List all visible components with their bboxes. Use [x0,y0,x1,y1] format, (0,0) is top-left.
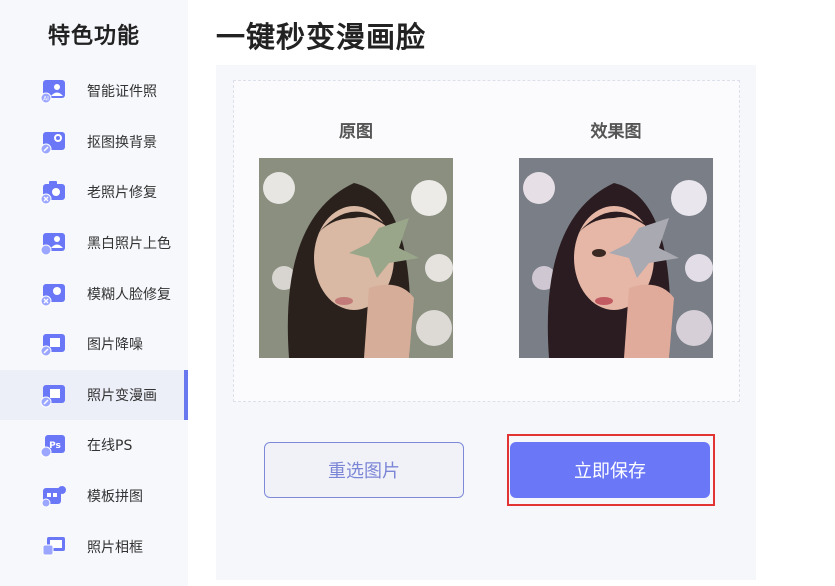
sidebar-item-denoise[interactable]: 图片降噪 [0,319,188,370]
online-ps-icon: Ps [40,435,65,458]
result-image [519,158,713,358]
save-now-button[interactable]: 立即保存 [510,442,710,498]
face-repair-icon [40,283,65,307]
sidebar-item-label: 照片变漫画 [87,387,157,404]
cutout-background-icon [40,131,65,155]
sidebar-item-label: 在线PS [87,438,133,455]
sidebar-item-colorize[interactable]: 黑白照片上色 [0,218,188,269]
sidebar-item-label: 老照片修复 [87,185,157,202]
id-photo-icon: AI [40,80,65,104]
sidebar-item-id-photo[interactable]: AI 智能证件照 [0,66,188,117]
old-photo-repair-icon [40,181,65,205]
sidebar-item-label: 黑白照片上色 [87,236,171,253]
reselect-image-button[interactable]: 重选图片 [264,442,464,498]
original-image [259,158,453,358]
sidebar-item-cutout[interactable]: 抠图换背景 [0,117,188,168]
photo-to-comic-icon [40,384,65,408]
sidebar-item-online-ps[interactable]: Ps 在线PS [0,420,188,471]
colorize-photo-icon [40,233,65,256]
sidebar-item-face-repair[interactable]: 模糊人脸修复 [0,268,188,319]
sidebar-list: AI 智能证件照 抠图换背景 老照片修复 黑白照片上色 模糊人脸修复 图片降噪 … [0,66,188,572]
template-collage-icon [41,486,66,508]
sidebar-item-photo-frame[interactable]: 照片相框 [0,521,188,572]
page-title: 一键秒变漫画脸 [216,20,427,54]
original-image-label: 原图 [339,122,373,142]
sidebar: 特色功能 AI 智能证件照 抠图换背景 老照片修复 黑白照片上色 模糊人脸修复 … [0,0,188,586]
svg-text:AI: AI [43,96,49,103]
photo-frame-icon [42,536,65,556]
sidebar-item-template-collage[interactable]: 模板拼图 [0,471,188,522]
sidebar-item-old-photo[interactable]: 老照片修复 [0,167,188,218]
sidebar-item-label: 抠图换背景 [87,134,157,151]
sidebar-item-label: 照片相框 [87,539,143,556]
sidebar-title: 特色功能 [47,24,140,49]
result-image-label: 效果图 [590,122,642,142]
sidebar-item-label: 模板拼图 [87,489,143,506]
denoise-icon [40,334,65,357]
sidebar-item-label: 智能证件照 [87,84,157,101]
sidebar-item-label: 模糊人脸修复 [87,286,171,303]
sidebar-item-label: 图片降噪 [87,337,143,354]
sidebar-item-photo-to-comic[interactable]: 照片变漫画 [0,369,188,421]
